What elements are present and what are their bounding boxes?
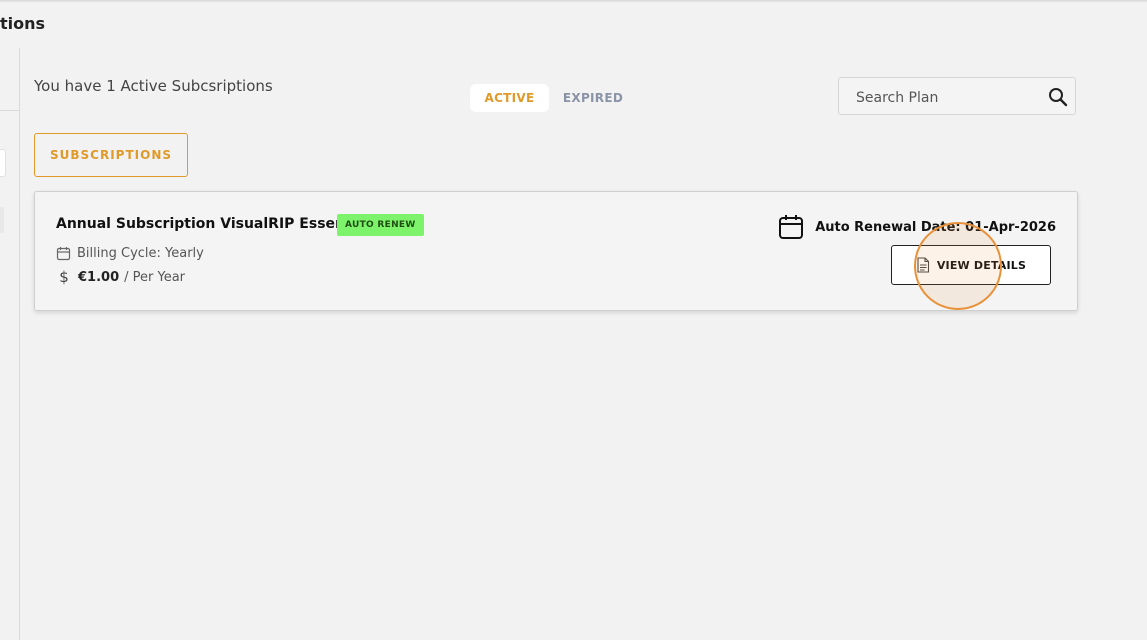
sidebar-item[interactable] bbox=[0, 207, 4, 233]
subscriptions-button[interactable]: SUBSCRIPTIONS bbox=[34, 133, 188, 177]
dollar-icon: $ bbox=[59, 268, 69, 286]
subscription-summary: You have 1 Active Subcsriptions bbox=[34, 77, 273, 95]
auto-renew-badge: AUTO RENEW bbox=[337, 214, 424, 236]
search-box bbox=[838, 77, 1076, 115]
billing-cycle-text: Billing Cycle: Yearly bbox=[77, 245, 204, 261]
sidebar bbox=[0, 48, 20, 640]
price-period: / Per Year bbox=[124, 269, 186, 285]
tab-expired[interactable]: EXPIRED bbox=[549, 84, 637, 112]
search-input[interactable] bbox=[854, 87, 1038, 109]
calendar-icon bbox=[56, 246, 71, 260]
search-icon[interactable] bbox=[1048, 87, 1068, 107]
view-details-label: VIEW DETAILS bbox=[936, 258, 1027, 272]
status-tabs: ACTIVE EXPIRED bbox=[470, 84, 637, 112]
sidebar-item-selected[interactable] bbox=[0, 149, 6, 177]
price-amount: €1.00 bbox=[78, 269, 120, 285]
price-row: $ €1.00 / Per Year bbox=[56, 268, 185, 286]
calendar-icon bbox=[779, 215, 804, 239]
subscription-card: Annual Subscription VisualRIP Essentials… bbox=[34, 191, 1078, 311]
plan-name: Annual Subscription VisualRIP Essentials bbox=[56, 216, 380, 232]
page-title: tions bbox=[0, 14, 46, 33]
sidebar-divider bbox=[0, 110, 19, 111]
document-icon bbox=[917, 257, 929, 273]
view-details-button[interactable]: VIEW DETAILS bbox=[891, 245, 1051, 285]
renewal-date-text: Auto Renewal Date: 01-Apr-2026 bbox=[815, 219, 1056, 235]
renewal-date: Auto Renewal Date: 01-Apr-2026 bbox=[778, 214, 1056, 240]
tab-active[interactable]: ACTIVE bbox=[470, 84, 549, 112]
top-shadow bbox=[0, 0, 1147, 3]
billing-cycle: Billing Cycle: Yearly bbox=[56, 244, 204, 262]
